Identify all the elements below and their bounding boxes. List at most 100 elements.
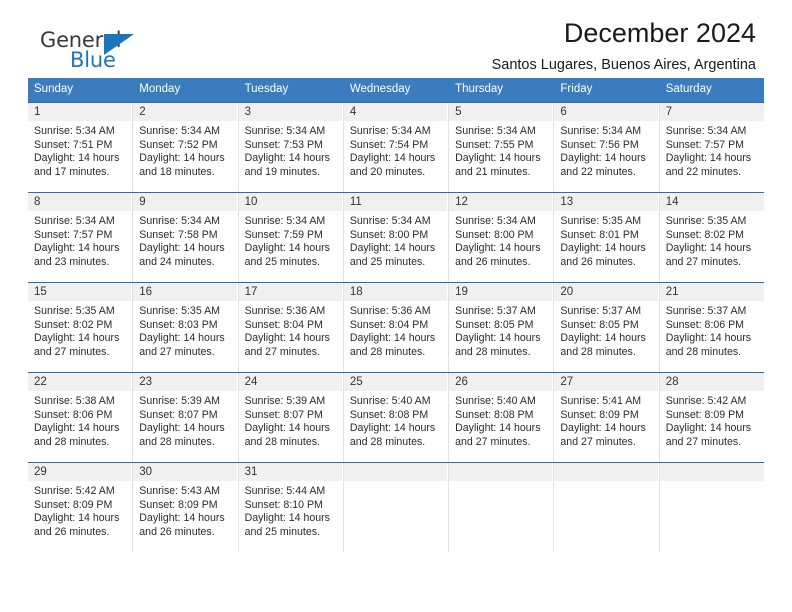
- sunrise-text: Sunrise: 5:36 AM: [244, 305, 326, 317]
- day-cell[interactable]: 9 Sunrise: 5:34 AM Sunset: 7:58 PM Dayli…: [133, 193, 239, 282]
- sunset-text: Sunset: 8:00 PM: [349, 228, 429, 241]
- daylight-text-line2: and 28 minutes.: [139, 435, 215, 448]
- title-block: December 2024 Santos Lugares, Buenos Air…: [492, 16, 756, 74]
- day-cell[interactable]: 29 Sunrise: 5:42 AM Sunset: 8:09 PM Dayl…: [28, 463, 134, 552]
- daylight-text-line2: and 25 minutes.: [244, 255, 320, 268]
- day-cell[interactable]: 2 Sunrise: 5:34 AM Sunset: 7:52 PM Dayli…: [133, 103, 239, 192]
- day-info: Sunrise: 5:37 AM Sunset: 8:05 PM Dayligh…: [449, 301, 553, 359]
- day-cell[interactable]: 26 Sunrise: 5:40 AM Sunset: 8:08 PM Dayl…: [449, 373, 555, 462]
- general-blue-logo[interactable]: General Blue: [40, 28, 152, 74]
- day-cell[interactable]: 28 Sunrise: 5:42 AM Sunset: 8:09 PM Dayl…: [659, 373, 764, 462]
- day-cell[interactable]: 12 Sunrise: 5:34 AM Sunset: 8:00 PM Dayl…: [449, 193, 555, 282]
- daylight-text-line1: Daylight: 14 hours: [244, 512, 330, 525]
- day-number: 3: [238, 103, 343, 121]
- day-cell[interactable]: 16 Sunrise: 5:35 AM Sunset: 8:03 PM Dayl…: [133, 283, 239, 372]
- day-number: 15: [28, 283, 133, 301]
- sunrise-text: Sunrise: 5:37 AM: [665, 305, 747, 317]
- calendar-week-row: 8 Sunrise: 5:34 AM Sunset: 7:57 PM Dayli…: [28, 192, 764, 282]
- page-title: December 2024: [563, 18, 756, 48]
- day-cell[interactable]: 10 Sunrise: 5:34 AM Sunset: 7:59 PM Dayl…: [238, 193, 344, 282]
- sunrise-text: Sunrise: 5:38 AM: [34, 395, 115, 407]
- sunrise-text: Sunrise: 5:39 AM: [244, 395, 326, 407]
- day-info: [554, 481, 658, 485]
- daylight-text-line1: Daylight: 14 hours: [455, 332, 541, 345]
- day-cell[interactable]: 8 Sunrise: 5:34 AM Sunset: 7:57 PM Dayli…: [28, 193, 134, 282]
- daylight-text-line1: Daylight: 14 hours: [34, 152, 120, 165]
- day-info: Sunrise: 5:34 AM Sunset: 7:59 PM Dayligh…: [239, 211, 343, 269]
- daylight-text-line1: Daylight: 14 hours: [455, 152, 541, 165]
- day-cell[interactable]: 14 Sunrise: 5:35 AM Sunset: 8:02 PM Dayl…: [659, 193, 764, 282]
- daylight-text-line2: and 17 minutes.: [34, 165, 110, 178]
- daylight-text-line2: and 26 minutes.: [455, 255, 531, 268]
- weekday-header-saturday: Saturday: [665, 83, 712, 95]
- day-cell[interactable]: 22 Sunrise: 5:38 AM Sunset: 8:06 PM Dayl…: [28, 373, 134, 462]
- daylight-text-line1: Daylight: 14 hours: [34, 512, 120, 525]
- day-number: 21: [659, 283, 764, 301]
- daylight-text-line2: and 27 minutes.: [139, 345, 215, 358]
- day-cell[interactable]: 4 Sunrise: 5:34 AM Sunset: 7:54 PM Dayli…: [343, 103, 450, 192]
- sunrise-text: Sunrise: 5:34 AM: [34, 215, 115, 227]
- day-number: 13: [554, 193, 659, 211]
- day-cell[interactable]: 17 Sunrise: 5:36 AM Sunset: 8:04 PM Dayl…: [238, 283, 344, 372]
- daylight-text-line2: and 27 minutes.: [455, 435, 531, 448]
- daylight-text-line2: and 24 minutes.: [139, 255, 215, 268]
- day-cell[interactable]: 23 Sunrise: 5:39 AM Sunset: 8:07 PM Dayl…: [133, 373, 239, 462]
- daylight-text-line2: and 20 minutes.: [349, 165, 426, 178]
- weekday-header-friday: Friday: [554, 78, 660, 102]
- weekday-header-wednesday: Wednesday: [344, 78, 450, 102]
- daylight-text-line2: and 19 minutes.: [244, 165, 320, 178]
- day-cell[interactable]: 20 Sunrise: 5:37 AM Sunset: 8:05 PM Dayl…: [554, 283, 660, 372]
- day-number: [343, 463, 449, 481]
- day-cell[interactable]: 18 Sunrise: 5:36 AM Sunset: 8:04 PM Dayl…: [343, 283, 450, 372]
- sunrise-text: Sunrise: 5:35 AM: [34, 305, 115, 317]
- day-info: Sunrise: 5:35 AM Sunset: 8:03 PM Dayligh…: [133, 301, 237, 359]
- daylight-text-line1: Daylight: 14 hours: [139, 512, 225, 525]
- day-cell[interactable]: 13 Sunrise: 5:35 AM Sunset: 8:01 PM Dayl…: [554, 193, 660, 282]
- daylight-text-line2: and 28 minutes.: [665, 345, 742, 358]
- day-cell[interactable]: 5 Sunrise: 5:34 AM Sunset: 7:55 PM Dayli…: [449, 103, 555, 192]
- sunrise-text: Sunrise: 5:34 AM: [455, 125, 536, 137]
- day-cell[interactable]: 25 Sunrise: 5:40 AM Sunset: 8:08 PM Dayl…: [343, 373, 450, 462]
- day-cell[interactable]: 6 Sunrise: 5:34 AM Sunset: 7:56 PM Dayli…: [554, 103, 660, 192]
- day-cell[interactable]: 24 Sunrise: 5:39 AM Sunset: 8:07 PM Dayl…: [238, 373, 344, 462]
- day-info: Sunrise: 5:43 AM Sunset: 8:09 PM Dayligh…: [133, 481, 237, 539]
- day-cell-empty: [554, 463, 660, 552]
- day-info: Sunrise: 5:42 AM Sunset: 8:09 PM Dayligh…: [660, 391, 764, 449]
- daylight-text-line1: Daylight: 14 hours: [665, 152, 752, 165]
- daylight-text-line2: and 28 minutes.: [560, 345, 636, 358]
- day-info: Sunrise: 5:34 AM Sunset: 7:55 PM Dayligh…: [449, 121, 553, 179]
- sunset-text: Sunset: 7:59 PM: [244, 228, 323, 241]
- day-info: Sunrise: 5:39 AM Sunset: 8:07 PM Dayligh…: [133, 391, 237, 449]
- day-cell[interactable]: 19 Sunrise: 5:37 AM Sunset: 8:05 PM Dayl…: [449, 283, 555, 372]
- daylight-text-line1: Daylight: 14 hours: [139, 242, 225, 255]
- sunrise-text: Sunrise: 5:42 AM: [34, 485, 115, 497]
- weekday-header-row: Sunday Monday Tuesday Wednesday Thursday…: [28, 78, 764, 102]
- day-info: Sunrise: 5:34 AM Sunset: 7:54 PM Dayligh…: [344, 121, 448, 179]
- calendar-week-row: 1 Sunrise: 5:34 AM Sunset: 7:51 PM Dayli…: [28, 102, 764, 192]
- day-cell[interactable]: 21 Sunrise: 5:37 AM Sunset: 8:06 PM Dayl…: [659, 283, 764, 372]
- daylight-text-line2: and 28 minutes.: [34, 435, 110, 448]
- day-cell[interactable]: 31 Sunrise: 5:44 AM Sunset: 8:10 PM Dayl…: [238, 463, 344, 552]
- day-info: [449, 481, 553, 485]
- daylight-text-line2: and 25 minutes.: [244, 525, 320, 538]
- sunset-text: Sunset: 7:55 PM: [455, 138, 534, 151]
- sunset-text: Sunset: 8:02 PM: [34, 318, 113, 331]
- day-info: Sunrise: 5:36 AM Sunset: 8:04 PM Dayligh…: [344, 301, 448, 359]
- sunrise-text: Sunrise: 5:42 AM: [665, 395, 747, 407]
- sunrise-text: Sunrise: 5:44 AM: [244, 485, 326, 497]
- sunset-text: Sunset: 8:05 PM: [560, 318, 639, 331]
- daylight-text-line1: Daylight: 14 hours: [349, 332, 436, 345]
- day-cell[interactable]: 7 Sunrise: 5:34 AM Sunset: 7:57 PM Dayli…: [659, 103, 764, 192]
- day-cell[interactable]: 1 Sunrise: 5:34 AM Sunset: 7:51 PM Dayli…: [28, 103, 134, 192]
- calendar-page: General Blue December 2024 Santos Lugare…: [0, 0, 792, 612]
- daylight-text-line2: and 26 minutes.: [34, 525, 110, 538]
- logo-text-blue: Blue: [70, 48, 116, 72]
- daylight-text-line1: Daylight: 14 hours: [560, 152, 646, 165]
- day-cell[interactable]: 3 Sunrise: 5:34 AM Sunset: 7:53 PM Dayli…: [238, 103, 344, 192]
- day-cell[interactable]: 11 Sunrise: 5:34 AM Sunset: 8:00 PM Dayl…: [343, 193, 450, 282]
- day-cell[interactable]: 15 Sunrise: 5:35 AM Sunset: 8:02 PM Dayl…: [28, 283, 134, 372]
- day-cell[interactable]: 30 Sunrise: 5:43 AM Sunset: 8:09 PM Dayl…: [133, 463, 239, 552]
- sunrise-text: Sunrise: 5:34 AM: [139, 215, 220, 227]
- day-cell[interactable]: 27 Sunrise: 5:41 AM Sunset: 8:09 PM Dayl…: [554, 373, 660, 462]
- daylight-text-line2: and 26 minutes.: [560, 255, 636, 268]
